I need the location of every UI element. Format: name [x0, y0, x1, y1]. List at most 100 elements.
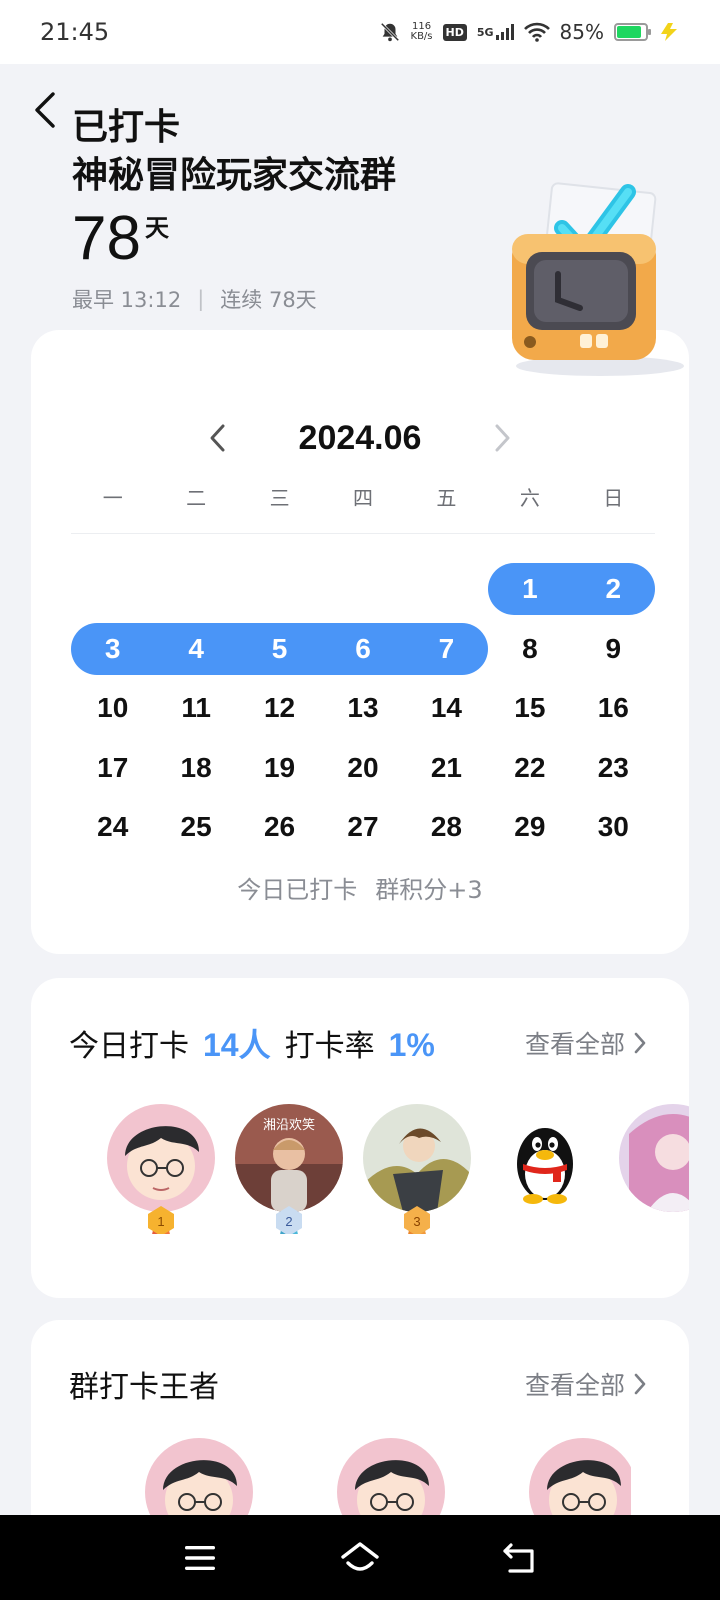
chevron-left-icon: [35, 92, 55, 128]
calendar-day[interactable]: 13: [321, 682, 404, 734]
weekday-label: 一: [102, 486, 123, 510]
battery-percent: 85%: [559, 20, 604, 44]
days-count: 78 天: [72, 206, 396, 272]
calendar-day[interactable]: 10: [71, 682, 154, 734]
today-checkin-summary: 今日打卡 14人 打卡率 1%: [69, 1020, 525, 1066]
next-month-button[interactable]: [489, 420, 517, 456]
earliest-time: 最早 13:12: [72, 288, 182, 312]
avatar[interactable]: [491, 1104, 599, 1212]
today-checkin-label: 今日打卡: [69, 1029, 189, 1064]
calendar-day[interactable]: 29: [488, 801, 571, 853]
calendar-empty-cell: [154, 560, 237, 620]
calendar-empty-cell: [71, 560, 154, 620]
page-title: 已打卡: [72, 107, 181, 148]
signal-5g-icon: 5G: [477, 24, 514, 40]
medal-bronze-icon: 3: [404, 1206, 430, 1234]
avatar-overlay-text: 湘沿欢笑: [262, 1118, 315, 1133]
avatar[interactable]: [363, 1104, 471, 1212]
chevron-left-icon: [210, 424, 225, 452]
calendar-day[interactable]: 25: [154, 801, 237, 853]
calendar-day[interactable]: 11: [154, 682, 237, 734]
avatar[interactable]: 湘沿欢笑: [235, 1104, 343, 1212]
hd-icon: HD: [442, 23, 467, 41]
days-unit: 天: [144, 214, 169, 242]
avatar-cartoon-boy: [107, 1104, 215, 1212]
back-nav-button[interactable]: [500, 1538, 540, 1578]
prev-month-button[interactable]: [203, 420, 231, 456]
calendar-empty-cell: [321, 560, 404, 620]
calendar-day[interactable]: 1: [488, 563, 572, 615]
calendar-day[interactable]: 15: [488, 682, 571, 734]
today-checkin-card: 今日打卡 14人 打卡率 1% 查看全部 湘沿欢笑 1 2 3: [31, 978, 689, 1298]
calendar-day[interactable]: 2: [571, 563, 655, 615]
calendar-day[interactable]: 8: [488, 623, 571, 675]
avatar-anime-girl: [619, 1104, 689, 1212]
today-checkin-header: 今日打卡 14人 打卡率 1% 查看全部: [69, 1020, 647, 1066]
calendar-day[interactable]: 6: [321, 622, 405, 675]
medal-gold-label: 1: [157, 1214, 164, 1229]
menu-icon: [185, 1545, 215, 1570]
calendar-day[interactable]: 23: [572, 742, 655, 794]
medal-silver-label: 2: [285, 1214, 292, 1229]
chevron-right-icon: [634, 1373, 646, 1395]
battery-icon: [614, 23, 651, 41]
status-time: 21:45: [40, 18, 110, 46]
today-avatars-row: 湘沿欢笑 1 2 3: [75, 1104, 689, 1234]
calendar-day[interactable]: 7: [404, 622, 489, 675]
home-icon: [341, 1541, 379, 1571]
days-number: 78: [72, 204, 141, 273]
checkin-header: 已打卡 神秘冒险玩家交流群 78 天 最早 13:12 | 连续 78天: [72, 104, 396, 314]
calendar-day[interactable]: 30: [572, 801, 655, 853]
calendar-day[interactable]: 21: [405, 742, 488, 794]
weekday-label: 六: [519, 486, 540, 510]
status-icons: 116 KB/s HD 5G 85%: [379, 20, 680, 44]
mute-icon: [379, 21, 401, 43]
calendar-day[interactable]: 26: [238, 801, 321, 853]
net-speed: 116 KB/s: [411, 22, 433, 42]
calendar-day[interactable]: 27: [321, 801, 404, 853]
calendar-day[interactable]: 14: [405, 682, 488, 734]
calendar-empty-cell: [405, 560, 488, 620]
checkin-rate-label: 打卡率: [284, 1029, 375, 1064]
checkin-points: 群积分+3: [375, 876, 483, 904]
calendar-card: 2024.06 一二三四五六日 1 2 3 4 5 6 7 8 9 10 11 12 13 14 15 16 1…: [31, 330, 689, 954]
avatar[interactable]: [107, 1104, 215, 1212]
signal-label: 5G: [476, 25, 494, 39]
weekday-label: 三: [269, 486, 290, 510]
calendar-day[interactable]: 18: [154, 742, 237, 794]
calendar-day[interactable]: 4: [154, 622, 238, 675]
chevron-right-icon: [634, 1032, 646, 1054]
checkin-clock-illustration: [512, 182, 684, 376]
charging-icon: [658, 22, 680, 42]
separator: |: [197, 287, 205, 311]
system-nav-bar: [0, 1515, 720, 1600]
today-checkin-count: 14人: [203, 1027, 271, 1063]
checkin-page: 21:45 116 KB/s HD 5G 85% 已打卡 神秘冒险玩家交流群 7…: [0, 0, 720, 1600]
calendar-day[interactable]: 5: [237, 622, 322, 675]
view-all-today-link[interactable]: 查看全部: [525, 1025, 647, 1061]
calendar-day[interactable]: 17: [71, 742, 154, 794]
calendar-day[interactable]: 19: [238, 742, 321, 794]
weekday-label: 二: [186, 486, 207, 510]
calendar-day[interactable]: 24: [71, 801, 154, 853]
checkin-note: 今日已打卡 群积分+3: [31, 870, 689, 905]
calendar-day[interactable]: 9: [572, 623, 655, 675]
weekday-label: 五: [436, 486, 457, 510]
menu-button[interactable]: [180, 1538, 220, 1578]
group-name: 神秘冒险玩家交流群: [72, 155, 397, 196]
calendar-day[interactable]: 28: [405, 801, 488, 853]
calendar-day[interactable]: 12: [238, 682, 321, 734]
home-button[interactable]: [340, 1538, 380, 1578]
avatar-anime-character: [363, 1104, 471, 1212]
calendar-day[interactable]: 22: [488, 742, 571, 794]
view-all-king-link[interactable]: 查看全部: [525, 1366, 647, 1402]
streak-days: 连续 78天: [220, 288, 317, 312]
weekday-label: 日: [603, 486, 624, 510]
calendar-day[interactable]: 3: [71, 622, 155, 675]
avatar[interactable]: [619, 1104, 689, 1212]
calendar-day[interactable]: 16: [572, 682, 655, 734]
calendar-day[interactable]: 20: [321, 742, 404, 794]
net-speed-unit: KB/s: [410, 31, 433, 42]
back-button[interactable]: [24, 88, 64, 132]
status-bar: 21:45 116 KB/s HD 5G 85%: [0, 0, 720, 64]
